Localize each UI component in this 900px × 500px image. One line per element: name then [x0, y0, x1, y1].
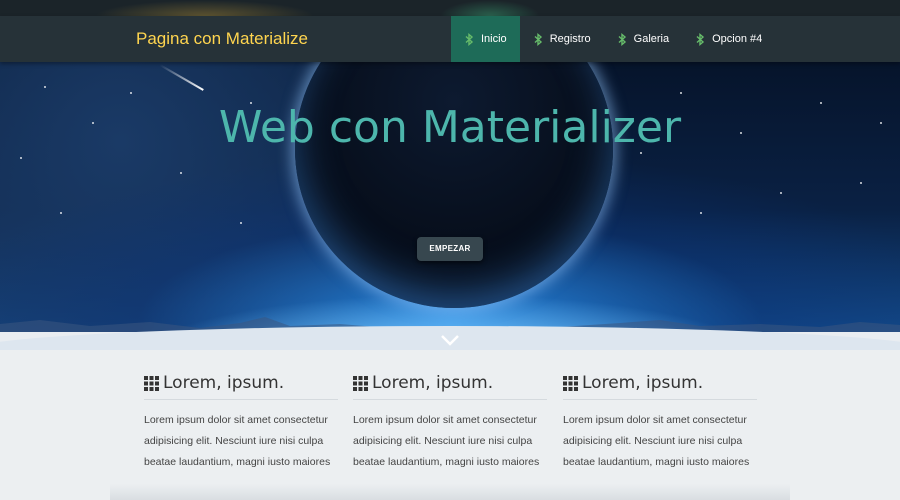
feature-header: Lorem, ipsum. — [563, 372, 757, 400]
star — [180, 172, 182, 174]
apps-grid-icon — [563, 376, 578, 391]
star — [60, 212, 62, 214]
feature-title: Lorem, ipsum. — [372, 372, 494, 393]
feature-card: Lorem, ipsum. Lorem ipsum dolor sit amet… — [144, 372, 338, 473]
nav-item-inicio[interactable]: Inicio — [451, 16, 520, 62]
nav-menu: Inicio Registro Galeria Opcion #4 — [451, 16, 775, 62]
bluetooth-icon — [617, 32, 628, 46]
top-strip — [0, 0, 900, 16]
star — [20, 157, 22, 159]
nav-item-label: Registro — [549, 33, 591, 45]
nav-item-galeria[interactable]: Galeria — [604, 16, 682, 62]
top-glow — [95, 0, 315, 16]
nav-item-opcion-4[interactable]: Opcion #4 — [682, 16, 775, 62]
bluetooth-icon — [464, 32, 475, 46]
card-shadow — [110, 484, 790, 500]
top-glow — [440, 0, 540, 16]
nav-item-label: Opcion #4 — [712, 33, 763, 45]
nav-item-label: Galeria — [633, 33, 670, 45]
nav-item-label: Inicio — [481, 33, 507, 45]
apps-grid-icon — [144, 376, 159, 391]
bluetooth-icon — [695, 32, 706, 46]
hero-title: Web con Materializer — [218, 102, 682, 153]
star — [680, 92, 682, 94]
feature-header: Lorem, ipsum. — [144, 372, 338, 400]
feature-text: Lorem ipsum dolor sit amet consectetur a… — [563, 414, 750, 468]
chevron-down-icon[interactable] — [440, 333, 460, 347]
star — [240, 222, 242, 224]
hero-banner: Web con Materializer EMPEZAR — [0, 62, 900, 332]
feature-title: Lorem, ipsum. — [582, 372, 704, 393]
star — [780, 192, 782, 194]
feature-text: Lorem ipsum dolor sit amet consectetur a… — [353, 414, 540, 468]
meteor-decoration — [159, 64, 204, 91]
feature-card: Lorem, ipsum. Lorem ipsum dolor sit amet… — [353, 372, 547, 473]
bluetooth-icon — [533, 32, 544, 46]
feature-header: Lorem, ipsum. — [353, 372, 547, 400]
star — [860, 182, 862, 184]
nav-item-registro[interactable]: Registro — [520, 16, 604, 62]
feature-text: Lorem ipsum dolor sit amet consectetur a… — [144, 414, 331, 468]
brand-logo[interactable]: Pagina con Materialize — [136, 16, 308, 62]
start-button[interactable]: EMPEZAR — [417, 237, 483, 261]
apps-grid-icon — [353, 376, 368, 391]
star — [130, 92, 132, 94]
navbar: Pagina con Materialize Inicio Registro G… — [0, 16, 900, 62]
planet-image — [295, 62, 613, 308]
features-section: Lorem, ipsum. Lorem ipsum dolor sit amet… — [0, 350, 900, 500]
star — [700, 212, 702, 214]
feature-card: Lorem, ipsum. Lorem ipsum dolor sit amet… — [563, 372, 757, 473]
feature-title: Lorem, ipsum. — [163, 372, 285, 393]
star — [44, 86, 46, 88]
